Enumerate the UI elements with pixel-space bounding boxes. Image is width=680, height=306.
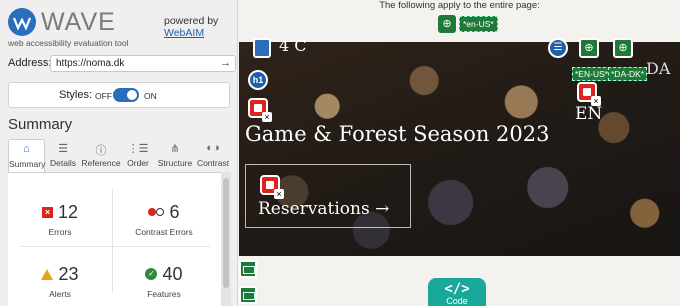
error-icon[interactable] (577, 82, 601, 106)
tab-order[interactable]: ⋮☰ Order (122, 139, 154, 173)
alerts-label: Alerts (49, 289, 71, 299)
error-icon[interactable] (248, 98, 272, 122)
alerts-count: 23 (58, 263, 79, 284)
panel-tabs: ⌂ Summary ☰ Details ⓘ Reference ⋮☰ Order… (8, 139, 230, 173)
language-tag-da: *DA-DK* (608, 67, 648, 81)
tab-label: Order (127, 158, 149, 168)
navigation-icon[interactable] (253, 38, 271, 58)
powered-by-label: powered by (164, 15, 219, 27)
reservations-label: Reservations → (258, 199, 390, 219)
reservations-button[interactable]: Reservations → (245, 164, 411, 228)
summary-stats: × 12 Errors 6 Contrast Errors 23 Alerts ✓… (8, 172, 230, 306)
language-globe-icon[interactable]: ⊕ (579, 38, 599, 58)
wave-sidebar: WAVE web accessibility evaluation tool p… (0, 0, 238, 306)
tab-label: Reference (81, 158, 121, 168)
divider (20, 246, 210, 247)
home-icon: ⌂ (23, 143, 30, 155)
contrast-count: 6 (169, 201, 180, 222)
contrast-label: Contrast Errors (135, 227, 193, 237)
details-list-icon: ☰ (58, 143, 68, 155)
order-icon: ⋮☰ (127, 143, 149, 155)
language-tag-en: *EN-US* (572, 67, 612, 81)
heading-h1-icon[interactable]: h1 (248, 70, 268, 90)
powered-by: powered by WebAIM (164, 15, 218, 39)
evaluated-page: The following apply to the entire page: … (239, 0, 680, 306)
code-label: Code (446, 296, 468, 306)
address-label: Address: (8, 57, 52, 69)
tab-label: Structure (157, 158, 193, 168)
hero-nav-text: 4 C (279, 36, 307, 55)
wave-header: WAVE web accessibility evaluation tool p… (8, 6, 232, 48)
features-label: Features (147, 289, 181, 299)
hero-image: 4 C ☰ ⊕ ⊕ *EN-US* *DA-DK* DA h1 EN Game … (239, 36, 680, 256)
page-language-tag: *en-US* (459, 16, 498, 32)
page-language-row: ⊕ *en-US* (438, 15, 498, 35)
errors-label: Errors (48, 227, 72, 237)
wave-logo-text: WAVE (41, 8, 116, 36)
go-arrow-icon[interactable]: → (220, 56, 231, 71)
da-language-link[interactable]: DA (646, 59, 670, 78)
language-globe-icon[interactable]: ⊕ (438, 15, 456, 33)
language-globe-icon[interactable]: ⊕ (613, 38, 633, 58)
image-icon[interactable] (239, 286, 257, 304)
webaim-link[interactable]: WebAIM (164, 27, 218, 39)
styles-on-label: ON (144, 91, 157, 101)
applies-text: The following apply to the entire page: (379, 0, 540, 11)
structure-icon: ⋔ (170, 143, 180, 155)
tab-label: Contrast (196, 158, 230, 168)
panel-scrollbar[interactable] (221, 172, 231, 306)
tab-label: Summary (9, 159, 46, 169)
tab-reference[interactable]: ⓘ Reference (81, 139, 121, 173)
alert-icon (41, 268, 54, 280)
contrast-error-icon (148, 207, 165, 217)
stat-contrast-errors[interactable]: 6 Contrast Errors (114, 201, 214, 237)
en-language-link[interactable]: EN (575, 104, 602, 124)
styles-off-label: OFF (95, 91, 112, 101)
tab-label: Details (50, 158, 76, 168)
stat-errors[interactable]: × 12 Errors (10, 201, 110, 237)
code-toggle-button[interactable]: </> Code (428, 278, 486, 306)
feature-check-icon: ✓ (145, 268, 158, 281)
tab-summary[interactable]: ⌂ Summary (8, 139, 45, 173)
errors-count: 12 (57, 201, 79, 222)
hero-title: Game & Forest Season 2023 (245, 122, 550, 146)
info-icon: ⓘ (95, 145, 107, 157)
features-count: 40 (162, 263, 183, 284)
styles-toggle-box: Styles: OFF ON (8, 82, 230, 108)
summary-heading: Summary (8, 116, 73, 133)
wave-logo-icon (8, 8, 36, 36)
address-row: Address: https://noma.dk → (8, 55, 236, 72)
error-icon[interactable] (260, 175, 284, 199)
styles-toggle[interactable] (113, 88, 139, 102)
styles-label: Styles: (59, 89, 93, 101)
address-input[interactable]: https://noma.dk → (50, 55, 236, 72)
tab-contrast[interactable]: ◐◑ Contrast (196, 139, 230, 173)
stat-alerts[interactable]: 23 Alerts (10, 263, 110, 299)
code-icon: </> (444, 281, 470, 297)
tab-structure[interactable]: ⋔ Structure (155, 139, 195, 173)
toggle-knob (127, 90, 137, 100)
wave-tagline: web accessibility evaluation tool (8, 38, 129, 48)
tab-details[interactable]: ☰ Details (46, 139, 80, 173)
error-icon: × (41, 206, 53, 218)
stat-features[interactable]: ✓ 40 Features (114, 263, 214, 299)
list-icon[interactable]: ☰ (548, 38, 568, 58)
address-value: https://noma.dk (56, 58, 125, 69)
contrast-icon: ◐◑ (206, 142, 220, 154)
divider (112, 189, 113, 293)
scroll-thumb[interactable] (223, 178, 229, 288)
image-icon[interactable] (239, 260, 257, 278)
